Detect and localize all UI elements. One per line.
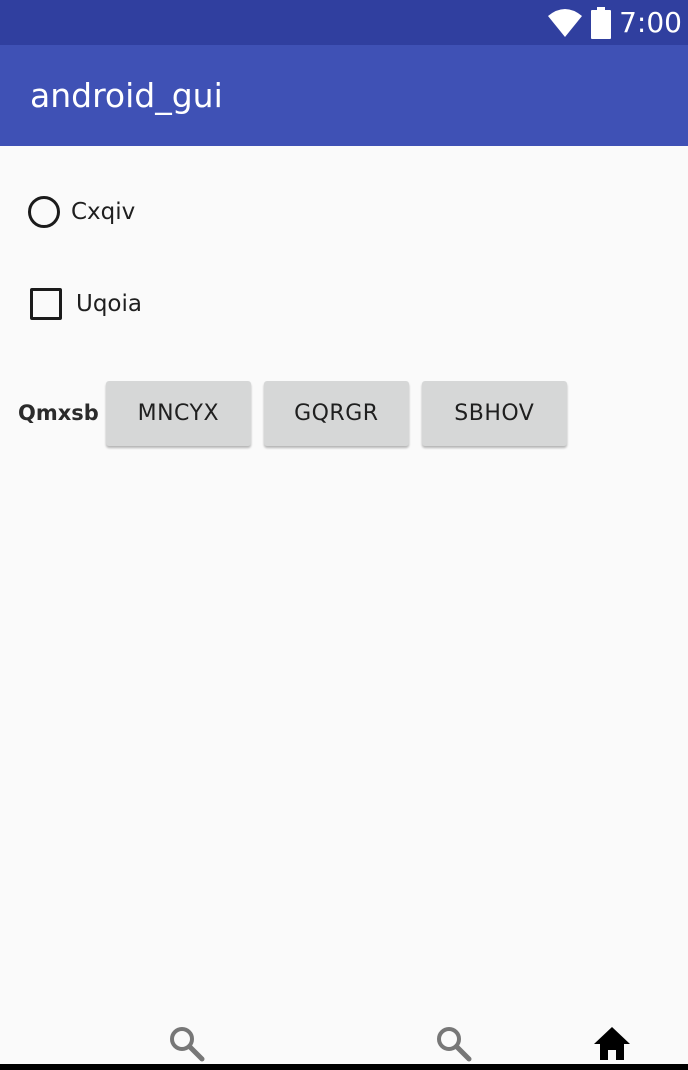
sbhov-button[interactable]: SBHOV: [421, 380, 567, 446]
search-icon[interactable]: [167, 1024, 207, 1064]
gqrgr-button[interactable]: GQRGR: [263, 380, 409, 446]
app-title: android_gui: [30, 76, 223, 115]
status-icons: 7:00: [547, 0, 682, 45]
checkbox-label: Uqoia: [76, 291, 142, 317]
search-icon[interactable]: [434, 1024, 474, 1064]
radio-option-cxqiv[interactable]: Cxqiv: [28, 190, 135, 234]
radio-button-icon[interactable]: [28, 196, 60, 228]
wifi-icon: [548, 8, 583, 37]
mncyx-button[interactable]: MNCYX: [105, 380, 251, 446]
status-time: 7:00: [619, 6, 682, 39]
home-icon[interactable]: [592, 1024, 632, 1064]
checkbox-icon[interactable]: [30, 288, 62, 320]
bottom-edge: [0, 1064, 688, 1070]
button-group: Qmxsb MNCYX GQRGR SBHOV: [18, 380, 580, 446]
radio-label: Cxqiv: [71, 199, 136, 225]
checkbox-option-uqoia[interactable]: Uqoia: [30, 283, 142, 325]
button-group-label: Qmxsb: [18, 401, 99, 425]
battery-icon: [591, 6, 612, 39]
status-bar: 7:00: [0, 0, 688, 45]
app-bar: android_gui: [0, 45, 688, 146]
